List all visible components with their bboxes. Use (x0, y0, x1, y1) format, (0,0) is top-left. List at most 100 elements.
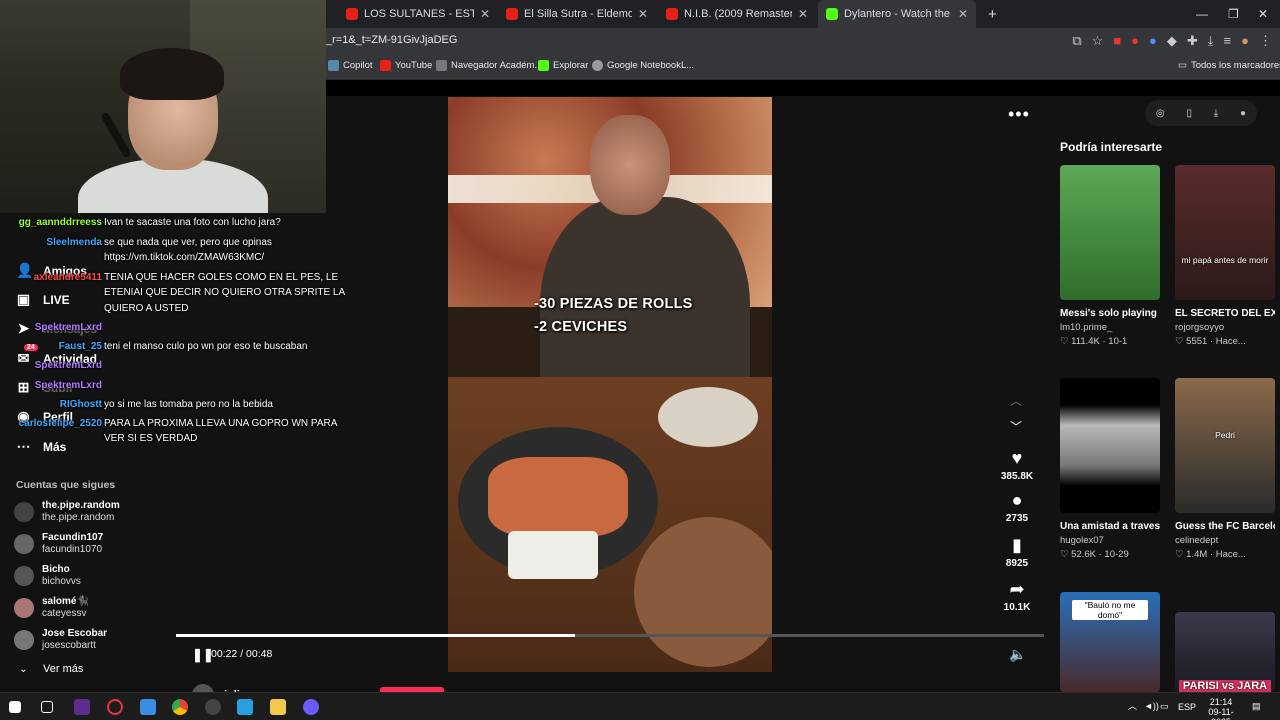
chat-username: SpektremLxrd (34, 322, 102, 333)
bookmark-explorar[interactable]: Explorar (538, 60, 588, 71)
tray-chevron-icon[interactable]: ︿ (1128, 701, 1137, 711)
network-icon[interactable]: ▭ (1160, 701, 1169, 711)
following-account[interactable]: the.pipe.random the.pipe.random (14, 500, 120, 524)
bookmark-youtube[interactable]: YouTube (380, 60, 432, 71)
user-avatar-icon[interactable]: ● (1240, 108, 1246, 119)
chat-username: gg_aannddrreess (18, 217, 102, 228)
all-bookmarks[interactable]: ▭ Todos los marcadores (1178, 60, 1280, 71)
obs-icon[interactable] (205, 699, 221, 715)
sidebar-item-more[interactable]: ⋯ Más (16, 438, 67, 455)
media-icon[interactable]: ≡ (1224, 33, 1232, 49)
new-tab-button[interactable]: + (980, 0, 1004, 28)
recommended-video[interactable]: Pedri Guess the FC Barcelona player.. ..… (1175, 378, 1275, 562)
video-caption-line2: -2 CEVICHES (534, 319, 628, 335)
streamer-webcam (0, 0, 326, 213)
next-video-icon[interactable]: ﹀ (1010, 418, 1022, 435)
recommended-video[interactable]: "Bauló no me domó" (1060, 592, 1160, 692)
chat-message: Ivan te sacaste una foto con lucho jara? (104, 217, 281, 228)
more-options-icon[interactable]: ••• (1008, 104, 1030, 125)
coin-icon[interactable]: ◎ (1156, 108, 1165, 119)
download-icon[interactable]: ⤓ (1208, 33, 1214, 49)
progress-bar[interactable] (176, 634, 1044, 637)
close-tab-icon[interactable]: ✕ (638, 7, 648, 21)
puzzle-icon[interactable]: ✚ (1187, 33, 1198, 49)
device-icon[interactable]: ▯ (1186, 108, 1192, 119)
install-icon[interactable]: ⧉ (1072, 33, 1081, 49)
browser-tab[interactable]: LOS SULTANES - ESTOY SALIEN ✕ (338, 0, 498, 28)
minimize-button[interactable]: — (1196, 0, 1208, 28)
chat-message: PARA LA PROXIMA LLEVA UNA GOPRO WN PARA (104, 418, 338, 429)
close-tab-icon[interactable]: ✕ (798, 7, 808, 21)
windows-start-icon[interactable] (9, 701, 21, 713)
share-button[interactable]: ➦ 10.1K (997, 579, 1037, 613)
comment-button[interactable]: ● 2735 (997, 490, 1037, 524)
following-account[interactable]: Bicho bichovvs (14, 564, 81, 588)
browser-tab-active[interactable]: Dylantero - Watch the VOD on ✕ (818, 0, 976, 28)
following-account[interactable]: Jose Escobar josescobartt (14, 628, 107, 652)
see-more-link[interactable]: ⌄ Ver más (16, 663, 83, 675)
chat-username: SpektremLxrd (34, 380, 102, 391)
kick-icon (538, 60, 549, 71)
avatar (14, 534, 34, 554)
recommended-video[interactable]: mi papá antes de morir EL SECRETO DEL EX… (1175, 165, 1275, 349)
browser-tab[interactable]: El Silla Sutra - Eldemoniodelasil ✕ (498, 0, 656, 28)
chat-username: SpektremLxrd (34, 360, 102, 371)
opera-icon[interactable] (107, 699, 123, 715)
sidebar-item-live[interactable]: ▣ LIVE (16, 291, 70, 308)
chrome-icon[interactable] (172, 699, 188, 715)
restore-button[interactable]: ❐ (1228, 0, 1239, 28)
extension-blue-icon[interactable]: ● (1149, 33, 1157, 49)
extension-icon[interactable]: ◆ (1167, 33, 1177, 49)
video-thumbnail: PARISI vs JARA (1175, 612, 1275, 692)
close-tab-icon[interactable]: ✕ (958, 7, 968, 21)
youtube-icon (506, 8, 518, 20)
share-icon: ➦ (1009, 579, 1025, 599)
recommended-video[interactable]: Messi's solo playing skills ☠️🔥 #messi..… (1060, 165, 1160, 349)
menu-icon[interactable]: ⋮ (1259, 33, 1272, 49)
bookmark-copilot[interactable]: Copilot (328, 60, 373, 71)
recommended-video[interactable]: Una amistad a traves del tiempo #fyp... … (1060, 378, 1160, 562)
volume-icon[interactable]: 🔈 (1009, 646, 1026, 663)
speaker-icon[interactable]: ◄)) (1144, 701, 1159, 711)
following-account[interactable]: salomé🐈‍⬛ cateyessv (14, 596, 89, 620)
notifications-icon[interactable]: ▤ (1252, 701, 1261, 711)
previous-video-icon[interactable]: ︿ (1010, 392, 1022, 409)
address-bar[interactable]: _r=1&_t=ZM-91GivJjaDEG ⧉ ☆ ■ ● ● ◆ ✚ ⤓ ≡… (326, 28, 1280, 56)
bookmark-navegador[interactable]: Navegador Académ... (436, 60, 542, 71)
language-indicator[interactable]: ESP (1178, 702, 1196, 712)
chat-username: axleandre5411 (33, 272, 102, 283)
live-icon: ▣ (16, 291, 31, 307)
chat-message: https://vm.tiktok.com/ZMAW63KMC/ (104, 252, 265, 263)
file-explorer-icon[interactable] (270, 699, 286, 715)
like-button[interactable]: ♥ 385.8K (997, 448, 1037, 482)
youtube-icon (346, 8, 358, 20)
discord-icon[interactable] (303, 699, 319, 715)
star-icon[interactable]: ☆ (1092, 33, 1104, 49)
recommended-video[interactable]: PARISI vs JARA (1175, 612, 1275, 692)
adblock-icon[interactable]: ■ (1113, 33, 1121, 49)
heart-icon: ♥ (1011, 448, 1023, 468)
video-player[interactable]: -30 PIEZAS DE ROLLS -2 CEVICHES (448, 97, 772, 672)
profile-avatar-icon[interactable]: ● (1241, 33, 1249, 49)
close-window-button[interactable]: ✕ (1258, 0, 1268, 28)
bookmark-notebooklm[interactable]: Google NotebookL... (592, 60, 694, 71)
extension-red-icon[interactable]: ● (1131, 33, 1139, 49)
url-text[interactable]: _r=1&_t=ZM-91GivJjaDEG (326, 34, 457, 46)
comment-icon: ● (1011, 490, 1023, 510)
task-view-icon[interactable] (41, 701, 53, 713)
photos-icon[interactable] (237, 699, 253, 715)
chat-message: se que nada que ver, pero que opinas (104, 237, 272, 248)
app-icon[interactable] (140, 699, 156, 715)
save-button[interactable]: ▮ 8925 (997, 535, 1037, 569)
time-display: 00:22 / 00:48 (211, 648, 273, 660)
close-tab-icon[interactable]: ✕ (480, 7, 490, 21)
clock[interactable]: 21:1409-11-2025 (1200, 697, 1242, 720)
after-effects-icon[interactable] (74, 699, 90, 715)
avatar (14, 630, 34, 650)
following-account[interactable]: Facundin107 facundin1070 (14, 532, 103, 556)
download-icon[interactable]: ⤓ (1214, 108, 1218, 119)
browser-tab[interactable]: N.I.B. (2009 Remaster) - YouTub ✕ (658, 0, 816, 28)
video-thumbnail: Pedri (1175, 378, 1275, 513)
napkin (508, 531, 598, 579)
tab-bar: LOS SULTANES - ESTOY SALIEN ✕ El Silla S… (326, 0, 1280, 28)
